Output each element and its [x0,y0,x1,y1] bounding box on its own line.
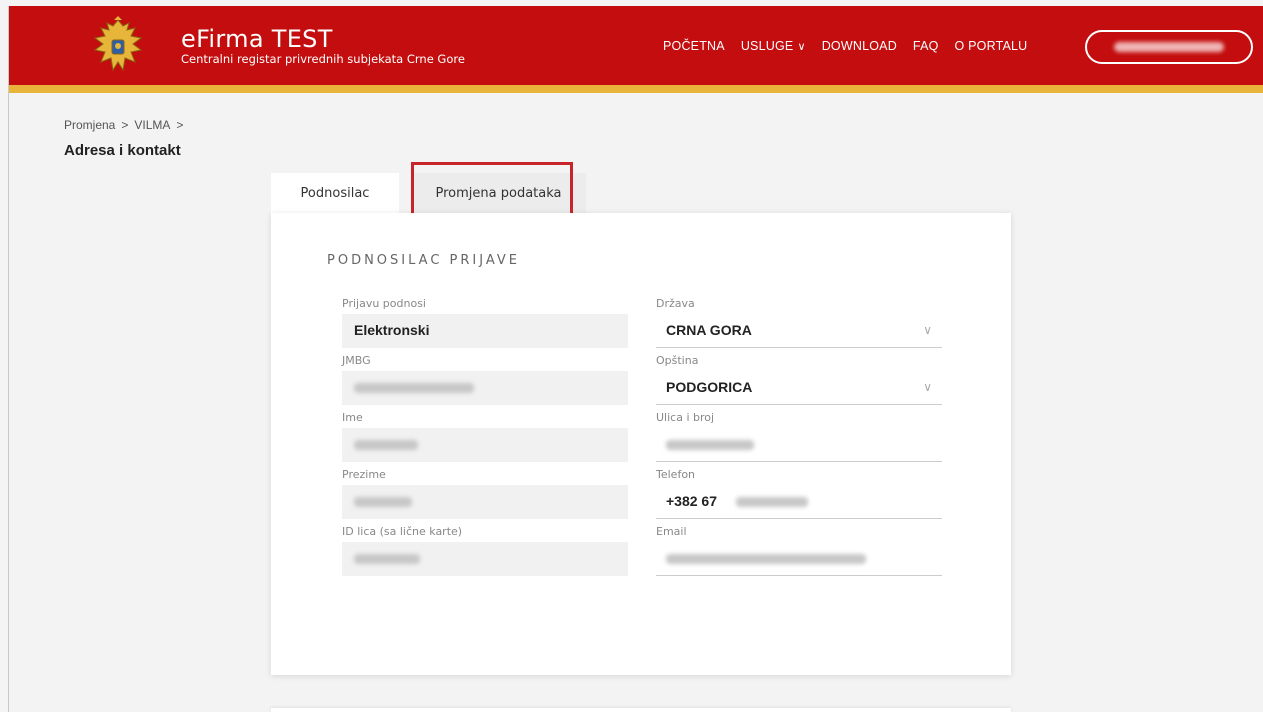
form-card: PODNOSILAC PRIJAVE Prijavu podnosi Elekt… [271,213,1011,675]
prijavu-podnosi-value: Elektronski [354,322,430,338]
header-accent-strip [9,85,1263,93]
nav-item-usluge-label: USLUGE [740,39,794,53]
nav-item-usluge[interactable]: USLUGE ∨ [741,39,806,53]
user-menu-button[interactable] [1085,30,1253,64]
email-input[interactable] [656,542,942,576]
breadcrumb-item-promjena[interactable]: Promjena [64,118,115,132]
field-label-jmbg: JMBG [342,354,371,367]
nav-item-faq[interactable]: FAQ [913,39,939,53]
ulica-i-broj-redacted [666,440,754,450]
jmbg-redacted [354,383,474,393]
breadcrumb-item-vilma[interactable]: VILMA [134,118,170,132]
ime-field [342,428,628,462]
field-label-ime: Ime [342,411,363,424]
site-header: eFirma TEST Centralni registar privredni… [9,6,1263,85]
prijavu-podnosi-field: Elektronski [342,314,628,348]
field-label-prezime: Prezime [342,468,386,481]
field-label-email: Email [656,525,687,538]
email-redacted [666,554,866,564]
opstina-value: PODGORICA [666,379,753,395]
breadcrumb-separator: > [121,118,129,132]
prezime-redacted [354,497,412,507]
coat-of-arms-icon[interactable] [87,16,149,78]
field-label-prijavu-podnosi: Prijavu podnosi [342,297,426,310]
drzava-select[interactable]: CRNA GORA ∨ [656,314,942,348]
field-label-opstina: Opština [656,354,699,367]
section-title: PODNOSILAC PRIJAVE [327,253,521,268]
id-lica-redacted [354,554,420,564]
ulica-i-broj-input[interactable] [656,428,942,462]
id-lica-field [342,542,628,576]
site-subtitle: Centralni registar privrednih subjekata … [181,52,465,66]
field-label-id-lica: ID lica (sa lične karte) [342,525,463,538]
jmbg-field [342,371,628,405]
main-nav: POČETNA USLUGE ∨ DOWNLOAD FAQ O PORTALU [663,39,1043,53]
tab-podnosilac[interactable]: Podnosilac [271,173,399,213]
field-label-telefon: Telefon [656,468,696,481]
field-label-drzava: Država [656,297,695,310]
next-card-edge [271,708,1011,712]
user-name-redacted [1114,42,1224,52]
telefon-redacted [736,497,808,507]
prezime-field [342,485,628,519]
opstina-select[interactable]: PODGORICA ∨ [656,371,942,405]
breadcrumb-separator: > [176,118,184,132]
breadcrumb: Promjena > VILMA > [64,118,189,132]
page-title: Adresa i kontakt [64,142,181,159]
field-label-ulica-i-broj: Ulica i broj [656,411,715,424]
nav-item-o-portalu[interactable]: O PORTALU [955,39,1028,53]
browser-viewport: eFirma TEST Centralni registar privredni… [8,6,1263,712]
ime-redacted [354,440,418,450]
chevron-down-icon: ∨ [797,41,806,53]
site-title[interactable]: eFirma TEST [181,26,333,52]
telefon-value: +382 67 [666,493,717,509]
drzava-value: CRNA GORA [666,322,752,338]
chevron-down-icon: ∨ [923,323,932,337]
telefon-input[interactable]: +382 67 [656,485,942,519]
nav-item-download[interactable]: DOWNLOAD [822,39,897,53]
nav-item-pocetna[interactable]: POČETNA [663,39,725,53]
chevron-down-icon: ∨ [923,380,932,394]
